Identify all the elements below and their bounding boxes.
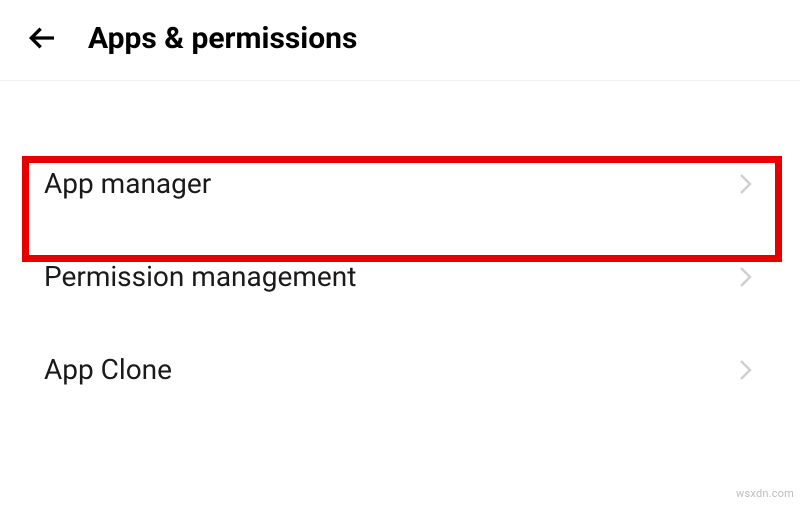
arrow-left-icon [26,22,58,54]
section-gap [0,81,800,137]
chevron-right-icon [736,170,756,198]
list-item-label: App Clone [44,353,172,386]
header: Apps & permissions [0,0,800,80]
list-item-app-manager[interactable]: App manager [0,137,800,230]
list-item-app-clone[interactable]: App Clone [0,323,800,416]
page-title: Apps & permissions [88,21,357,56]
chevron-right-icon [736,356,756,384]
list-item-label: App manager [44,167,211,200]
list-item-label: Permission management [44,260,356,293]
list-item-permission-management[interactable]: Permission management [0,230,800,323]
back-button[interactable] [24,20,60,56]
watermark: wsxdn.com [736,487,794,500]
chevron-right-icon [736,263,756,291]
